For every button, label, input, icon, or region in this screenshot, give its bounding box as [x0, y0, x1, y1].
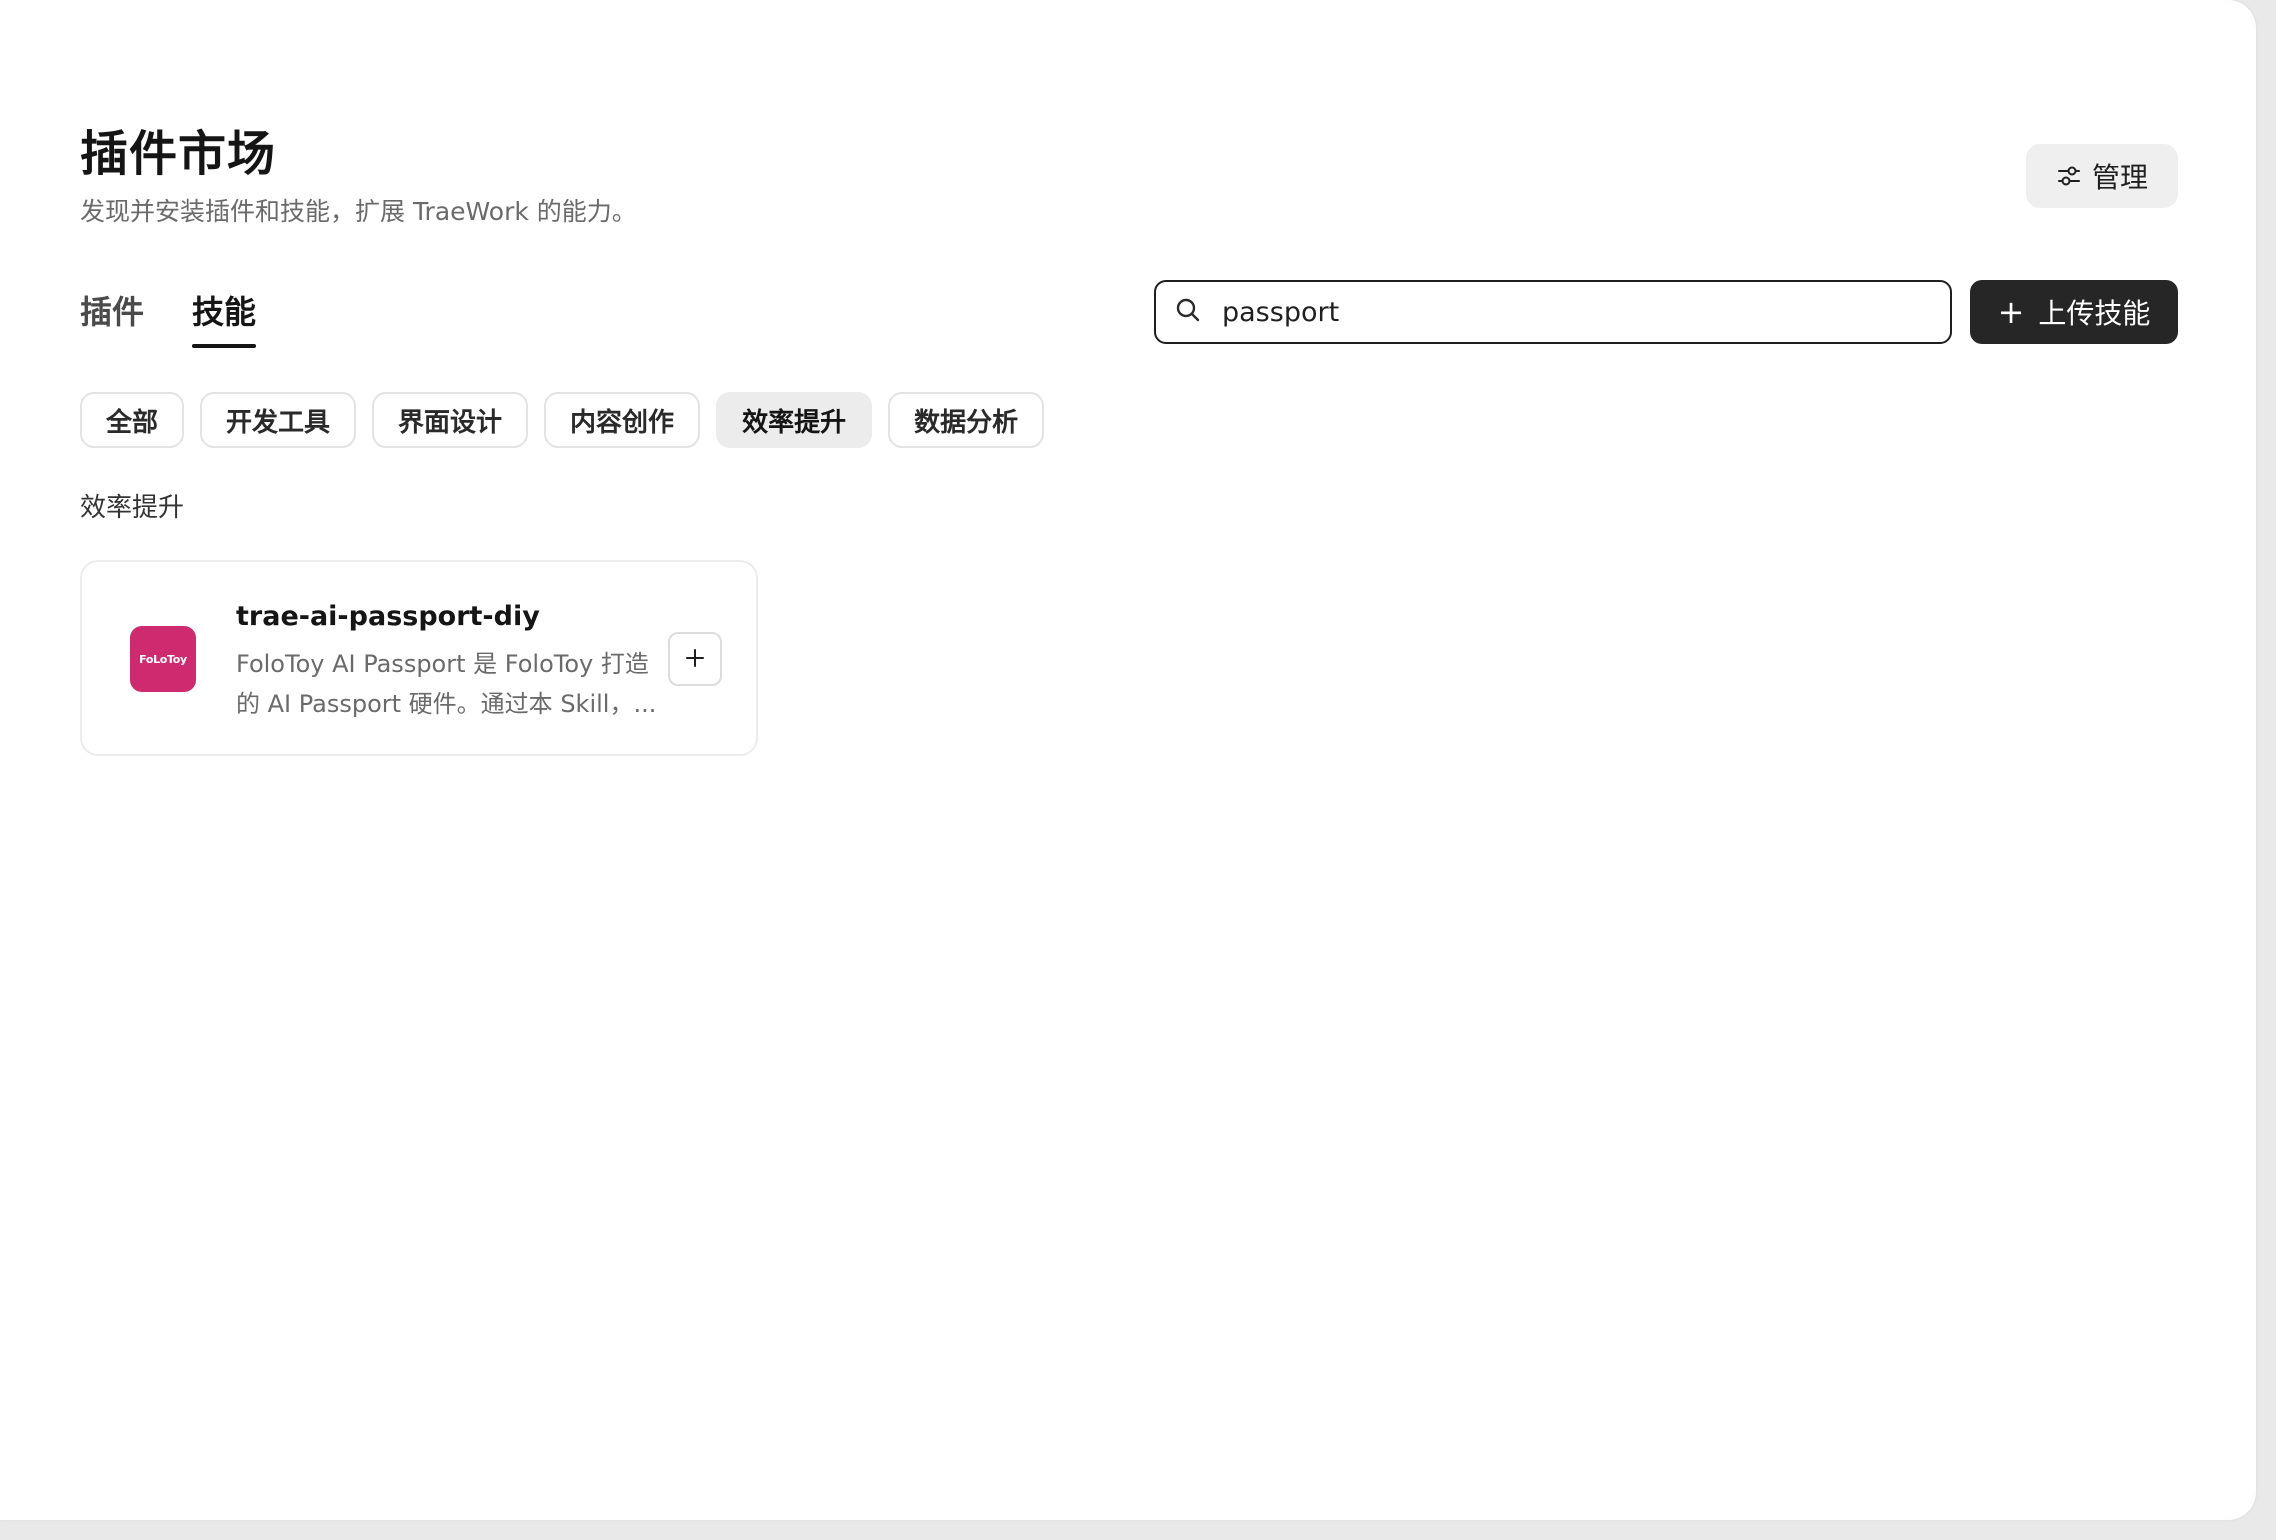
category-chip-data-analysis[interactable]: 数据分析: [888, 392, 1045, 448]
category-chip-dev-tools[interactable]: 开发工具: [200, 392, 357, 448]
search-icon: [1174, 296, 1202, 328]
skill-description-line: 的 AI Passport 硬件。通过本 Skill，...: [236, 690, 656, 718]
section-label: 效率提升: [80, 493, 185, 523]
search-input[interactable]: [1220, 295, 1932, 329]
main-tabs: 插件 技能: [80, 290, 257, 348]
skill-logo: FoLoToy: [130, 626, 196, 692]
plus-icon: [683, 646, 707, 673]
category-chip-productivity[interactable]: 效率提升: [716, 392, 873, 448]
category-chip-ui-design[interactable]: 界面设计: [372, 392, 529, 448]
plugin-market-window: 插件市场 发现并安装插件和技能，扩展 TraeWork 的能力。 管理 插件 技…: [0, 0, 2256, 1520]
skill-name: trae-ai-passport-diy: [236, 601, 540, 632]
plus-icon: +: [1997, 293, 2025, 331]
category-filter: 全部 开发工具 界面设计 内容创作 效率提升 数据分析: [80, 392, 1045, 448]
search-box[interactable]: [1154, 280, 1952, 344]
manage-button[interactable]: 管理: [2026, 144, 2178, 208]
skill-description-line: FoloToy AI Passport 是 FoloToy 打造: [236, 650, 649, 678]
sliders-icon: [2056, 163, 2082, 189]
upload-skill-button[interactable]: + 上传技能: [1970, 280, 2178, 344]
skill-card[interactable]: FoLoToy trae-ai-passport-diy FoloToy AI …: [80, 560, 758, 756]
category-chip-content[interactable]: 内容创作: [544, 392, 701, 448]
category-chip-all[interactable]: 全部: [80, 392, 185, 448]
tab-plugins[interactable]: 插件: [80, 290, 144, 348]
upload-skill-label: 上传技能: [2038, 297, 2151, 330]
manage-button-label: 管理: [2091, 161, 2148, 194]
tab-skills[interactable]: 技能: [192, 290, 257, 348]
add-skill-button[interactable]: [668, 632, 722, 686]
page-subtitle: 发现并安装插件和技能，扩展 TraeWork 的能力。: [80, 197, 637, 226]
page-title: 插件市场: [80, 126, 277, 182]
skill-description: FoloToy AI Passport 是 FoloToy 打造 的 AI Pa…: [236, 644, 656, 724]
